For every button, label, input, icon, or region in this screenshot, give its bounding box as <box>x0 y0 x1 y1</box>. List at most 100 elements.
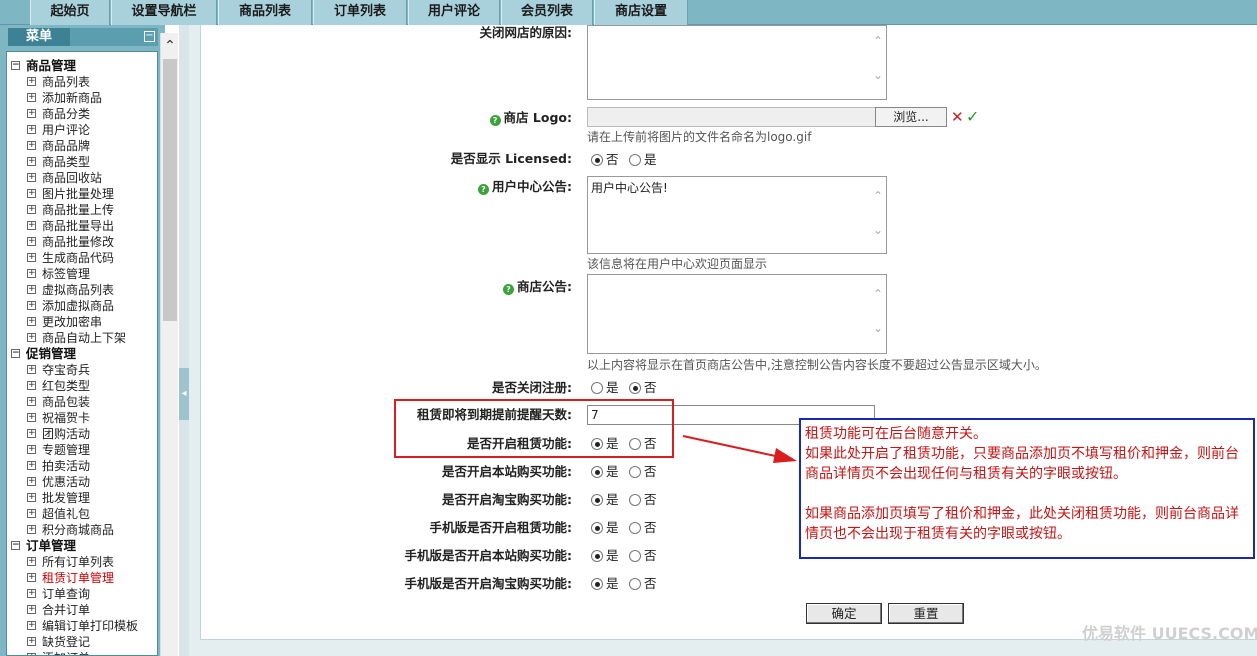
nav-tab-nav-settings[interactable]: 设置导航栏 <box>111 0 217 25</box>
menu-item[interactable]: +添加订单 <box>7 650 157 655</box>
item-bullet-icon: + <box>27 156 36 166</box>
menu-item[interactable]: + 红包类型 <box>7 378 157 394</box>
menu-item[interactable]: + 商品批量导出 <box>7 218 157 234</box>
menu-scrollbar[interactable]: ⌃ <box>160 33 178 656</box>
menu-item[interactable]: + 标签管理 <box>7 266 157 282</box>
menu-item[interactable]: + 租赁订单管理 <box>7 570 157 586</box>
shop-notice-textarea[interactable]: ⌃ ⌄ <box>587 274 887 354</box>
menu-item[interactable]: + 祝福贺卡 <box>7 410 157 426</box>
browse-button[interactable]: 浏览... <box>875 107 947 127</box>
licensed-radio-no[interactable]: 否 <box>591 152 619 168</box>
item-bullet-icon: + <box>27 300 36 310</box>
menu-item[interactable]: + 商品列表 <box>7 74 157 90</box>
delete-icon[interactable]: ✕ <box>951 108 964 126</box>
menu-item-label: 添加新商品 <box>42 91 103 105</box>
menu-item[interactable]: + 商品分类 <box>7 106 157 122</box>
menu-item[interactable]: + 生成商品代码 <box>7 250 157 266</box>
scroll-up-icon: ⌃ <box>872 34 883 48</box>
menu-item[interactable]: + 批发管理 <box>7 490 157 506</box>
item-bullet-icon: + <box>27 620 36 630</box>
licensed-radio-yes[interactable]: 是 <box>629 152 657 168</box>
menu-item[interactable]: + 超值礼包 <box>7 506 157 522</box>
menu-item[interactable]: + 商品自动上下架 <box>7 330 157 346</box>
help-icon[interactable]: ? <box>503 284 514 295</box>
collapse-left-icon[interactable]: ◂ <box>179 368 189 420</box>
menu-item[interactable]: + 拍卖活动 <box>7 458 157 474</box>
menu-item[interactable]: + 订单查询 <box>7 586 157 602</box>
nav-tab-goods-list[interactable]: 商品列表 <box>218 0 312 25</box>
item-bullet-icon: + <box>27 204 36 214</box>
menu-item[interactable]: + 合并订单 <box>7 602 157 618</box>
menu-group[interactable]: − 促销管理 <box>7 346 157 362</box>
menu-item[interactable]: + 图片批量处理 <box>7 186 157 202</box>
help-icon[interactable]: ? <box>478 184 489 195</box>
menu-item[interactable]: + 编辑订单打印模板 <box>7 618 157 634</box>
menu-item[interactable]: + 所有订单列表 <box>7 554 157 570</box>
menu-item[interactable]: + 缺货登记 <box>7 634 157 650</box>
site-buy-radio-yes[interactable]: 是 <box>591 464 619 480</box>
menu-item[interactable]: + 添加虚拟商品 <box>7 298 157 314</box>
radio-label: 是 <box>606 520 619 535</box>
mobile-rent-radio-yes[interactable]: 是 <box>591 520 619 536</box>
radio-icon <box>591 382 603 394</box>
mobile-site-buy-radio-no[interactable]: 否 <box>629 548 657 564</box>
nav-tab-user-comments[interactable]: 用户评论 <box>408 0 500 25</box>
menu-item[interactable]: + 夺宝奇兵 <box>7 362 157 378</box>
nav-tab-member-list[interactable]: 会员列表 <box>501 0 593 25</box>
menu-item[interactable]: + 商品类型 <box>7 154 157 170</box>
menu-item[interactable]: + 商品品牌 <box>7 138 157 154</box>
menu-item-label: 添加订单 <box>42 650 90 655</box>
item-bullet-icon: + <box>27 476 36 486</box>
menu-item[interactable]: + 商品批量修改 <box>7 234 157 250</box>
menu-item[interactable]: + 专题管理 <box>7 442 157 458</box>
item-bullet-icon: + <box>27 380 36 390</box>
note-line-1: 租赁功能可在后台随意开关。 <box>805 426 987 442</box>
nav-tab-order-list[interactable]: 订单列表 <box>313 0 407 25</box>
menu-item[interactable]: + 添加新商品 <box>7 90 157 106</box>
radio-icon <box>629 578 641 590</box>
mobile-rent-radio-no[interactable]: 否 <box>629 520 657 536</box>
close-reason-textarea[interactable]: ⌃ ⌄ <box>587 25 887 100</box>
collapse-toggle-icon[interactable]: − <box>11 61 20 70</box>
menu-item[interactable]: + 商品回收站 <box>7 170 157 186</box>
scrollbar-thumb[interactable] <box>163 59 177 321</box>
collapse-toggle-icon[interactable]: − <box>11 349 20 358</box>
mobile-site-buy-radio-yes[interactable]: 是 <box>591 548 619 564</box>
logo-file-input[interactable] <box>587 107 877 127</box>
collapse-toggle-icon[interactable]: − <box>11 541 20 550</box>
menu-title: 菜单 <box>8 28 70 46</box>
menu-group[interactable]: − 订单管理 <box>7 538 157 554</box>
item-bullet-icon: + <box>27 588 36 598</box>
mobile-taobao-buy-radio-no[interactable]: 否 <box>629 576 657 592</box>
radio-selected-icon <box>591 550 603 562</box>
site-buy-radio-no[interactable]: 否 <box>629 464 657 480</box>
mobile-taobao-buy-radio-yes[interactable]: 是 <box>591 576 619 592</box>
nav-tab-home[interactable]: 起始页 <box>30 0 110 25</box>
radio-selected-icon <box>591 494 603 506</box>
close-register-radio-yes[interactable]: 是 <box>591 380 619 396</box>
radio-label: 否 <box>644 380 657 395</box>
reset-button[interactable]: 重置 <box>888 603 964 624</box>
user-notice-textarea[interactable]: 用户中心公告! ⌃ ⌄ <box>587 176 887 254</box>
menu-item[interactable]: + 用户评论 <box>7 122 157 138</box>
menu-item[interactable]: + 优惠活动 <box>7 474 157 490</box>
nav-tab-shop-settings[interactable]: 商店设置 <box>594 0 688 25</box>
mobile-rent-label: 手机版是否开启租赁功能: <box>429 520 573 535</box>
taobao-buy-radio-yes[interactable]: 是 <box>591 492 619 508</box>
menu-item[interactable]: + 积分商城商品 <box>7 522 157 538</box>
menu-group[interactable]: − 商品管理 <box>7 58 157 74</box>
taobao-buy-radio-no[interactable]: 否 <box>629 492 657 508</box>
collapse-icon[interactable]: − <box>144 31 155 42</box>
menu-item[interactable]: + 商品批量上传 <box>7 202 157 218</box>
menu-item[interactable]: + 团购活动 <box>7 426 157 442</box>
menu-item[interactable]: + 商品包装 <box>7 394 157 410</box>
help-icon[interactable]: ? <box>489 115 501 126</box>
submit-button[interactable]: 确定 <box>806 603 882 624</box>
menu-item[interactable]: + 虚拟商品列表 <box>7 282 157 298</box>
item-bullet-icon: + <box>27 444 36 454</box>
scroll-up-icon[interactable]: ⌃ <box>161 33 179 59</box>
item-bullet-icon: + <box>27 220 36 230</box>
sidebar-splitter[interactable]: ◂ <box>179 25 189 656</box>
menu-item[interactable]: + 更改加密串 <box>7 314 157 330</box>
close-register-radio-no[interactable]: 否 <box>629 380 657 396</box>
